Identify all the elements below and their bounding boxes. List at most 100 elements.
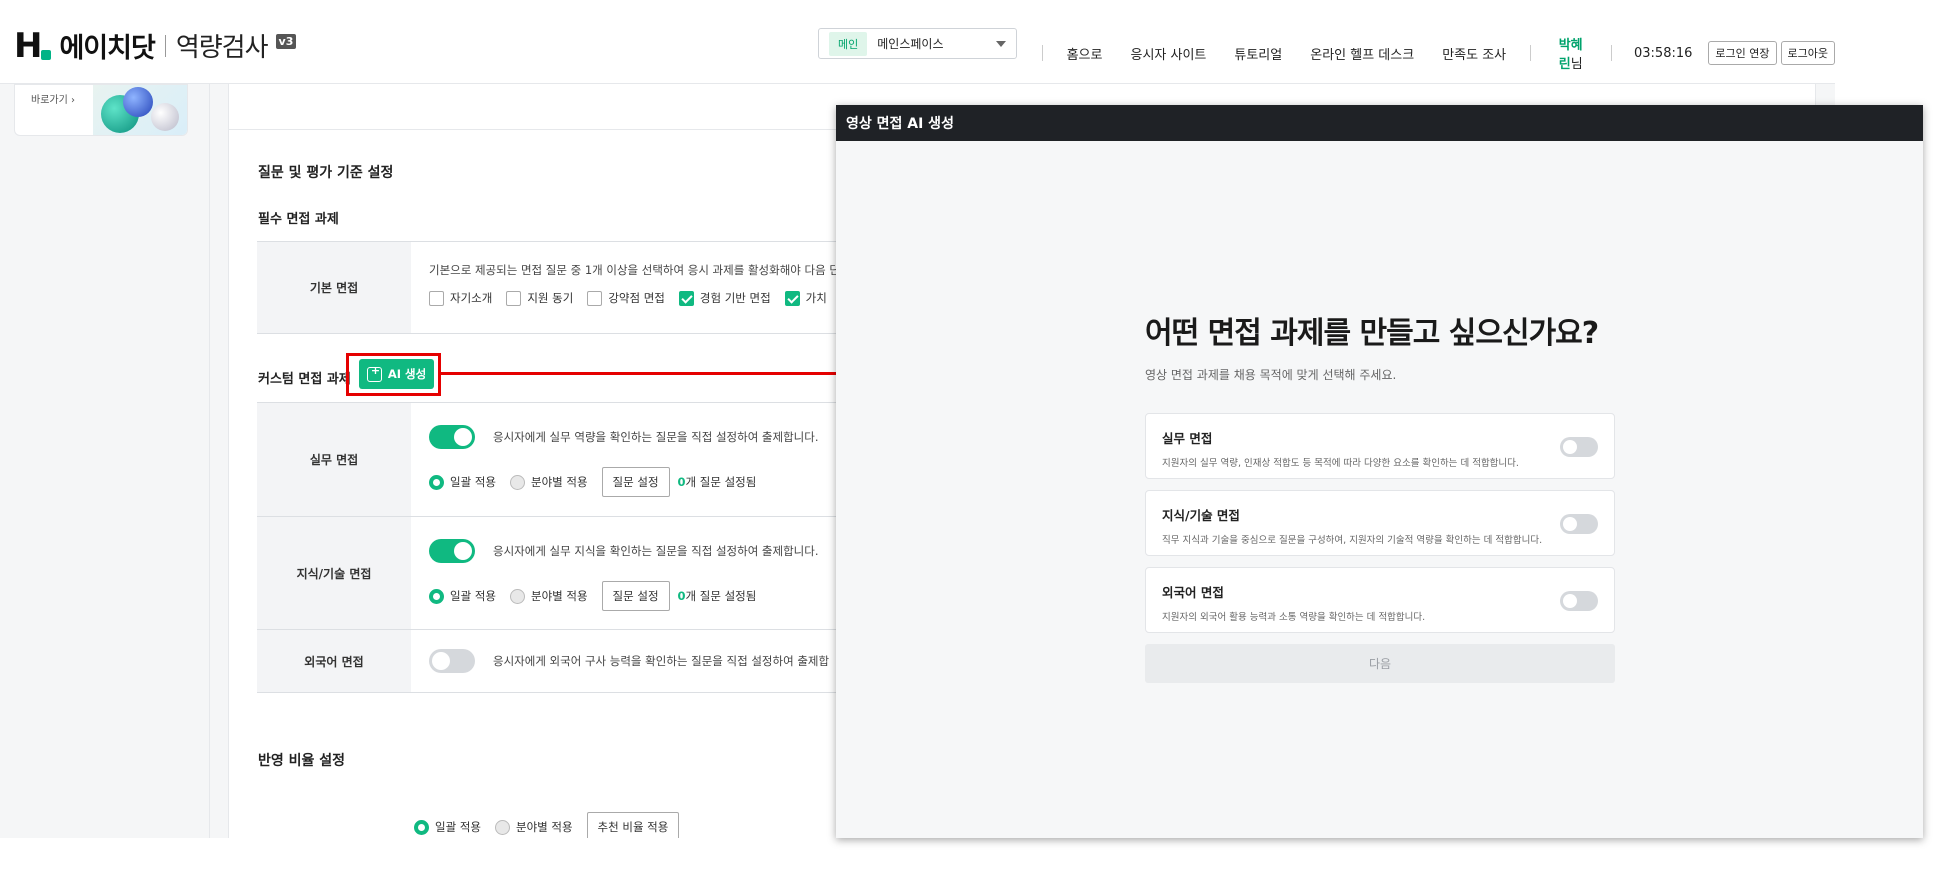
nav-applicant-site[interactable]: 응시자 사이트 bbox=[1130, 44, 1206, 63]
radio-label: 분야별 적용 bbox=[530, 475, 588, 489]
extend-login-button[interactable]: 로그인 연장 bbox=[1708, 41, 1777, 65]
checkbox-label: 자기소개 bbox=[450, 291, 493, 305]
question-settings-button[interactable]: 질문 설정 bbox=[601, 467, 670, 497]
workspace-name: 메인스페이스 bbox=[877, 37, 944, 51]
chevron-down-icon bbox=[996, 40, 1006, 47]
ratio-radio-apply-all[interactable]: 일괄 적용 bbox=[414, 819, 481, 835]
nav-divider bbox=[1530, 45, 1531, 61]
recommended-ratio-button[interactable]: 추천 비율 적용 bbox=[586, 812, 680, 838]
table-row: 지식/기술 면접 응시자에게 실무 지식을 확인하는 질문을 직접 설정하여 출… bbox=[257, 517, 877, 630]
row-toggle-line: 응시자에게 외국어 구사 능력을 확인하는 질문을 직접 설정하여 출제합 bbox=[429, 649, 829, 673]
option-description: 지원자의 실무 역량, 인재상 적합도 등 목적에 따라 다양한 요소를 확인하… bbox=[1162, 458, 1519, 469]
required-tasks-title: 필수 면접 과제 bbox=[258, 212, 339, 227]
interview-type-options: 실무 면접 지원자의 실무 역량, 인재상 적합도 등 목적에 따라 다양한 요… bbox=[1145, 413, 1615, 633]
checkbox-checked-icon bbox=[678, 290, 694, 306]
row-content: 응시자에게 실무 역량을 확인하는 질문을 직접 설정하여 출제합니다. 일괄 … bbox=[411, 403, 877, 516]
radio-apply-by-field[interactable]: 분야별 적용 bbox=[509, 474, 588, 490]
table-row: 기본 면접 기본으로 제공되는 면접 질문 중 1개 이상을 선택하여 응시 과… bbox=[257, 242, 877, 334]
question-count-suffix: 개 질문 설정됨 bbox=[685, 589, 757, 603]
checkbox-values[interactable]: 가치 bbox=[784, 290, 827, 306]
row-label: 실무 면접 bbox=[257, 403, 411, 516]
modal-title: 어떤 면접 과제를 만들고 싶으신가요? bbox=[1145, 316, 1599, 351]
session-timer: 03:58:16 bbox=[1634, 45, 1693, 61]
radio-label: 일괄 적용 bbox=[450, 589, 496, 603]
checkbox-label: 지원 동기 bbox=[527, 291, 574, 305]
radio-apply-all[interactable]: 일괄 적용 bbox=[429, 474, 496, 490]
option-knowledge-interview[interactable]: 지식/기술 면접 직무 지식과 기술을 중심으로 질문을 구성하여, 지원자의 … bbox=[1145, 490, 1615, 556]
modal-header: 영상 면접 AI 생성 bbox=[836, 105, 1923, 141]
checkbox-icon bbox=[587, 290, 603, 306]
nav-help-desk[interactable]: 온라인 헬프 데스크 bbox=[1310, 44, 1414, 63]
row-options-line: 일괄 적용 분야별 적용 질문 설정 0개 질문 설정됨 bbox=[429, 581, 859, 611]
radio-label: 분야별 적용 bbox=[530, 589, 588, 603]
checkbox-experience[interactable]: 경험 기반 면접 bbox=[678, 290, 771, 306]
workspace-select[interactable]: 메인 메인스페이스 bbox=[818, 28, 1017, 59]
row-content: 응시자에게 실무 지식을 확인하는 질문을 직접 설정하여 출제합니다. 일괄 … bbox=[411, 517, 877, 629]
promo-orb-blue bbox=[123, 87, 153, 117]
logo-dot-icon bbox=[41, 49, 52, 60]
radio-icon bbox=[509, 474, 525, 490]
ratio-radio-apply-by-field[interactable]: 분야별 적용 bbox=[494, 819, 573, 835]
table-row: 외국어 면접 응시자에게 외국어 구사 능력을 확인하는 질문을 직접 설정하여… bbox=[257, 630, 877, 693]
workspace-tag: 메인 bbox=[829, 31, 868, 56]
user-greeting[interactable]: 박혜린님 bbox=[1559, 34, 1588, 72]
checkbox-icon bbox=[506, 290, 522, 306]
modal-body: 어떤 면접 과제를 만들고 싶으신가요? 영상 면접 과제를 채용 목적에 맞게… bbox=[1145, 308, 1615, 683]
checkbox-label: 가치 bbox=[805, 291, 827, 305]
option-toggle[interactable] bbox=[1560, 591, 1598, 611]
row-description: 응시자에게 실무 역량을 확인하는 질문을 직접 설정하여 출제합니다. bbox=[493, 430, 819, 444]
row-description: 응시자에게 실무 지식을 확인하는 질문을 직접 설정하여 출제합니다. bbox=[493, 544, 819, 558]
checkbox-motivation[interactable]: 지원 동기 bbox=[506, 290, 573, 306]
checkbox-icon bbox=[429, 290, 444, 306]
next-button[interactable]: 다음 bbox=[1145, 644, 1615, 683]
radio-label: 일괄 적용 bbox=[435, 820, 481, 834]
knowledge-interview-toggle[interactable] bbox=[429, 539, 475, 563]
row-description: 응시자에게 외국어 구사 능력을 확인하는 질문을 직접 설정하여 출제합 bbox=[493, 654, 830, 668]
radio-selected-icon bbox=[414, 819, 429, 835]
brand-divider bbox=[164, 34, 166, 57]
checkbox-label: 경험 기반 면접 bbox=[699, 291, 771, 305]
option-title: 외국어 면접 bbox=[1162, 585, 1224, 600]
nav-survey[interactable]: 만족도 조사 bbox=[1442, 44, 1506, 63]
radio-apply-all[interactable]: 일괄 적용 bbox=[429, 588, 496, 604]
logo[interactable]: H 에이치닷 역량검사 v3 bbox=[14, 26, 297, 65]
row-description: 기본으로 제공되는 면접 질문 중 1개 이상을 선택하여 응시 과제를 활성화… bbox=[429, 263, 840, 277]
practical-interview-toggle[interactable] bbox=[429, 425, 475, 449]
row-options-line: 일괄 적용 분야별 적용 질문 설정 0개 질문 설정됨 bbox=[429, 467, 859, 497]
checkbox-checked-icon bbox=[784, 290, 800, 306]
top-bar: H 에이치닷 역량검사 v3 메인 메인스페이스 홈으로 응시자 사이트 튜토리… bbox=[0, 0, 1835, 84]
annotation-highlight-box bbox=[346, 353, 441, 396]
option-description: 지원자의 외국어 활용 능력과 소통 역량을 확인하는 데 적합합니다. bbox=[1162, 612, 1426, 623]
promo-link[interactable]: 바로가기 › bbox=[31, 91, 75, 106]
brand-name: 에이치닷 bbox=[59, 33, 155, 64]
row-content: 응시자에게 외국어 구사 능력을 확인하는 질문을 직접 설정하여 출제합 bbox=[411, 630, 877, 692]
radio-label: 분야별 적용 bbox=[515, 820, 573, 834]
question-count-number: 0 bbox=[677, 589, 686, 603]
ai-generate-modal: 영상 면접 AI 생성 어떤 면접 과제를 만들고 싶으신가요? 영상 면접 과… bbox=[836, 105, 1923, 838]
row-toggle-line: 응시자에게 실무 역량을 확인하는 질문을 직접 설정하여 출제합니다. bbox=[429, 425, 859, 449]
checkbox-self-intro[interactable]: 자기소개 bbox=[429, 290, 492, 306]
checkbox-strengths[interactable]: 강약점 면접 bbox=[587, 290, 665, 306]
question-count: 0개 질문 설정됨 bbox=[678, 474, 757, 490]
nav-home[interactable]: 홈으로 bbox=[1067, 44, 1103, 63]
option-practical-interview[interactable]: 실무 면접 지원자의 실무 역량, 인재상 적합도 등 목적에 따라 다양한 요… bbox=[1145, 413, 1615, 479]
nav-tutorial[interactable]: 튜토리얼 bbox=[1234, 44, 1282, 63]
custom-tasks-table: 실무 면접 응시자에게 실무 역량을 확인하는 질문을 직접 설정하여 출제합니… bbox=[257, 402, 877, 693]
radio-icon bbox=[509, 588, 525, 604]
question-count-number: 0 bbox=[677, 475, 686, 489]
option-language-interview[interactable]: 외국어 면접 지원자의 외국어 활용 능력과 소통 역량을 확인하는 데 적합합… bbox=[1145, 567, 1615, 633]
section-title: 질문 및 평가 기준 설정 bbox=[258, 165, 394, 181]
option-description: 직무 지식과 기술을 중심으로 질문을 구성하여, 지원자의 기술적 역량을 확… bbox=[1162, 535, 1543, 546]
promo-card[interactable]: 바로가기 › bbox=[14, 84, 188, 136]
basic-interview-options: 자기소개 지원 동기 강약점 면접 경험 기반 면접 가치 bbox=[429, 290, 859, 306]
option-toggle[interactable] bbox=[1560, 437, 1598, 457]
radio-apply-by-field[interactable]: 분야별 적용 bbox=[509, 588, 588, 604]
required-tasks-table: 기본 면접 기본으로 제공되는 면접 질문 중 1개 이상을 선택하여 응시 과… bbox=[257, 241, 877, 334]
logout-button[interactable]: 로그아웃 bbox=[1780, 41, 1835, 65]
question-count: 0개 질문 설정됨 bbox=[678, 588, 757, 604]
language-interview-toggle[interactable] bbox=[429, 649, 475, 673]
option-toggle[interactable] bbox=[1560, 514, 1598, 534]
row-toggle-line: 응시자에게 실무 지식을 확인하는 질문을 직접 설정하여 출제합니다. bbox=[429, 539, 859, 563]
question-settings-button[interactable]: 질문 설정 bbox=[601, 581, 670, 611]
option-title: 실무 면접 bbox=[1162, 431, 1213, 446]
